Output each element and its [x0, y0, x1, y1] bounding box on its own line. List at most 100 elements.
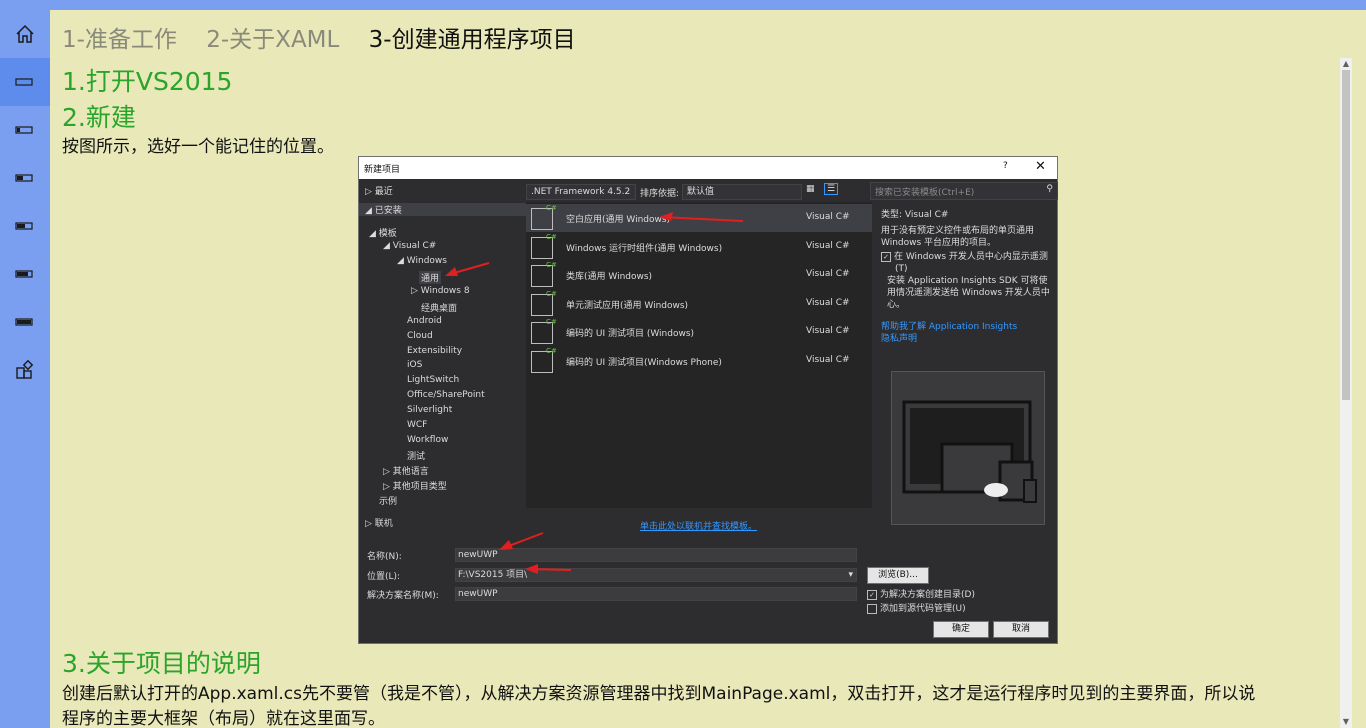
template-name: 编码的 UI 测试项目(Windows Phone)	[566, 358, 722, 368]
tab-prepare[interactable]: 1-准备工作	[62, 20, 177, 54]
battery-half-icon	[15, 222, 33, 230]
tree-label: 其他语言	[392, 467, 429, 477]
nav-battery-empty[interactable]	[0, 58, 50, 106]
red-arrow-icon	[525, 564, 572, 574]
new-project-dialog-screenshot: 新建项目 ? ✕ ▷ 最近 ◢ 已安装 ◢ 模板 ◢ Visual C# ◢ W…	[358, 156, 1058, 644]
nav-home[interactable]	[0, 10, 50, 58]
scrollbar-thumb[interactable]	[1342, 70, 1350, 400]
list-view-icon: ☰	[824, 183, 839, 195]
sidebar	[0, 10, 50, 728]
telemetry-label: 在 Windows 开发人员中心内显示遥测	[894, 252, 1048, 262]
tree-other-languages: ▷ 其他语言	[383, 467, 429, 477]
nav-battery-quarter[interactable]	[0, 154, 50, 202]
type-value: Visual C#	[904, 210, 949, 220]
scroll-down-icon[interactable]: ▼	[1340, 716, 1352, 728]
nav-battery-three-quarter[interactable]	[0, 250, 50, 298]
source-control-option: 添加到源代码管理(U)	[867, 601, 966, 614]
template-lang: Visual C#	[806, 355, 850, 365]
tree-label: 最近	[374, 187, 393, 197]
help-icon: ?	[1003, 161, 1008, 171]
chevron-down-icon: ▾	[848, 570, 853, 580]
checkbox-checked-icon: ✓	[867, 589, 877, 600]
tree-label: 其他项目类型	[392, 482, 447, 492]
tree-wcf: WCF	[407, 420, 428, 430]
template-name: Windows 运行时组件(通用 Windows)	[566, 244, 723, 254]
tree-installed: ◢ 已安装	[359, 203, 528, 216]
tree-extensibility: Extensibility	[407, 346, 463, 356]
template-row: C# 类库(通用 Windows) Visual C#	[526, 261, 872, 289]
red-arrow-icon	[499, 532, 544, 550]
tree-classic-desktop: 经典桌面	[421, 304, 458, 314]
type-label: 类型:	[881, 210, 903, 220]
tree-workflow: Workflow	[407, 435, 449, 445]
tree-recent: ▷ 最近	[365, 187, 393, 197]
battery-full-icon	[15, 318, 33, 326]
sort-label: 排序依据:	[640, 189, 680, 199]
tree-cloud: Cloud	[407, 331, 433, 341]
tree-windows8: ▷ Windows 8	[411, 286, 470, 296]
location-value: F:\VS2015 项目\	[458, 570, 528, 580]
template-row: C# 编码的 UI 测试项目(Windows Phone) Visual C#	[526, 347, 872, 375]
tab-xaml[interactable]: 2-关于XAML	[206, 20, 339, 54]
csharp-badge: C#	[546, 318, 557, 326]
tree-templates: ◢ 模板	[369, 229, 397, 239]
csharp-badge: C#	[546, 290, 557, 298]
tab-create-project[interactable]: 3-创建通用程序项目	[369, 20, 576, 54]
framework-dropdown: .NET Framework 4.5.2 ▾	[526, 184, 636, 211]
battery-quarter-icon	[15, 174, 33, 182]
add-tile-icon	[16, 360, 34, 379]
template-lang: Visual C#	[806, 326, 850, 336]
red-arrow-icon	[445, 262, 490, 276]
template-search: 搜索已安装模板(Ctrl+E) ⚲	[870, 182, 1058, 200]
pivot-tabs: 1-准备工作 2-关于XAML 3-创建通用程序项目	[62, 20, 598, 54]
template-lang: Visual C#	[806, 212, 850, 222]
heading-open-vs: 1.打开VS2015	[62, 67, 233, 96]
online-templates-link: 单击此处以联机并查找模板。	[640, 522, 758, 532]
template-row: C# Windows 运行时组件(通用 Windows) Visual C#	[526, 233, 872, 261]
vertical-scrollbar[interactable]: ▲ ▼	[1340, 58, 1352, 728]
description-text: 用于没有预定义控件或布局的单页通用 Windows 平台应用的项目。	[881, 226, 1035, 248]
battery-three-quarter-icon	[15, 270, 33, 278]
template-lang: Visual C#	[806, 269, 850, 279]
search-placeholder: 搜索已安装模板(Ctrl+E)	[875, 188, 975, 198]
nav-battery-low[interactable]	[0, 106, 50, 154]
template-list: C# 空白应用(通用 Windows) Visual C# C# Windows…	[526, 202, 872, 508]
tree-ios: iOS	[407, 360, 423, 370]
tree-windows: ◢ Windows	[397, 256, 447, 266]
heading-project-notes: 3.关于项目的说明	[62, 649, 261, 678]
tree-label: 联机	[374, 519, 393, 529]
solution-label: 解决方案名称(M):	[367, 591, 439, 601]
csharp-badge: C#	[546, 204, 557, 212]
nav-battery-half[interactable]	[0, 202, 50, 250]
grid-view-icon: ▦	[806, 184, 815, 194]
template-toolbar: .NET Framework 4.5.2 ▾ 排序依据: 默认值 ▦ ☰	[526, 183, 866, 211]
tree-test: 测试	[407, 452, 426, 462]
paragraph-explanation: 创建后默认打开的App.xaml.cs先不要管（我是不管），从解决方案资源管理器…	[62, 684, 1256, 704]
insights-help-link: 帮助我了解 Application Insights	[881, 322, 1018, 332]
template-name: 单元测试应用(通用 Windows)	[566, 301, 689, 311]
insights-text: 安装 Application Insights SDK 可将使用情况遥测发送给 …	[887, 276, 1050, 310]
article-content: 1.打开VS2015 2.新建 按图所示，选好一个能记住的位置。 新建项目 ? …	[62, 60, 1342, 728]
csharp-badge: C#	[546, 233, 557, 241]
nav-battery-full[interactable]	[0, 298, 50, 346]
template-row: C# 单元测试应用(通用 Windows) Visual C#	[526, 290, 872, 318]
template-lang: Visual C#	[806, 298, 850, 308]
tree-online: ▷ 联机	[365, 519, 393, 529]
tree-label: 已安装	[374, 206, 402, 216]
template-tree: ▷ 最近 ◢ 已安装 ◢ 模板 ◢ Visual C# ◢ Windows 通用…	[359, 180, 528, 540]
battery-low-icon	[15, 126, 33, 134]
close-icon: ✕	[1035, 159, 1046, 174]
nav-add-tile[interactable]	[0, 346, 50, 394]
browse-button: 浏览(B)...	[867, 567, 929, 584]
create-dir-label: 为解决方案创建目录(D)	[880, 590, 975, 600]
csharp-badge: C#	[546, 347, 557, 355]
tree-universal: 通用	[419, 271, 442, 284]
name-label: 名称(N):	[367, 552, 402, 562]
template-row: C# 编码的 UI 测试项目 (Windows) Visual C#	[526, 318, 872, 346]
scroll-up-icon[interactable]: ▲	[1340, 58, 1352, 70]
template-name: 空白应用(通用 Windows)	[566, 215, 671, 225]
csharp-badge: C#	[546, 261, 557, 269]
ok-button: 确定	[933, 621, 989, 638]
telemetry-shortcut: (T)	[895, 264, 908, 274]
sort-dropdown: 默认值	[682, 184, 802, 200]
